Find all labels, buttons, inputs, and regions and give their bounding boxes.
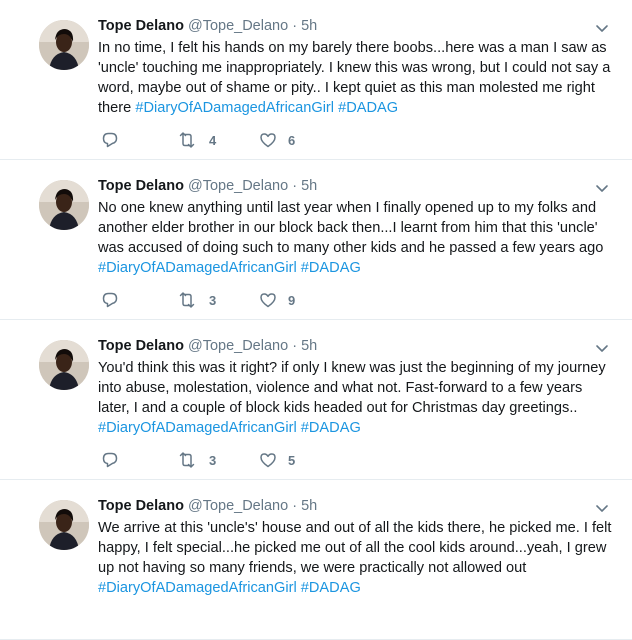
heart-icon	[259, 451, 277, 469]
hashtag-link[interactable]: #DiaryOfADamagedAfricanGirl	[98, 260, 297, 276]
timestamp[interactable]: 5h	[301, 338, 317, 354]
tweet[interactable]: Tope Delano @Tope_Delano · 5h No one kne…	[0, 160, 632, 320]
avatar[interactable]	[39, 340, 89, 390]
chevron-down-icon[interactable]	[594, 500, 610, 516]
tweet-actions: 4 6	[101, 130, 401, 150]
display-name[interactable]: Tope Delano	[98, 498, 184, 514]
hashtag-link[interactable]: #DADAG	[301, 420, 361, 436]
tweet[interactable]: Tope Delano @Tope_Delano · 5h We arrive …	[0, 480, 632, 640]
like-button[interactable]: 6	[259, 130, 295, 150]
retweet-count: 4	[209, 132, 217, 148]
hashtag-link[interactable]: #DADAG	[301, 260, 361, 276]
tweet-header: Tope Delano @Tope_Delano · 5h	[98, 338, 317, 354]
tweet-text: In no time, I felt his hands on my barel…	[98, 38, 613, 118]
timestamp[interactable]: 5h	[301, 178, 317, 194]
tweet-header: Tope Delano @Tope_Delano · 5h	[98, 18, 317, 34]
like-count: 5	[288, 452, 296, 468]
retweet-icon	[177, 131, 197, 149]
display-name[interactable]: Tope Delano	[98, 18, 184, 34]
timestamp[interactable]: 5h	[301, 18, 317, 34]
chevron-down-icon[interactable]	[594, 180, 610, 196]
heart-icon	[259, 131, 277, 149]
like-count: 9	[288, 292, 296, 308]
tweet-header: Tope Delano @Tope_Delano · 5h	[98, 498, 317, 514]
tweet-body-text: You'd think this was it right? if only I…	[98, 360, 606, 416]
hashtag-link[interactable]: #DiaryOfADamagedAfricanGirl	[98, 580, 297, 596]
separator-dot: ·	[292, 18, 298, 34]
hashtag-link[interactable]: #DiaryOfADamagedAfricanGirl	[135, 100, 334, 116]
timestamp[interactable]: 5h	[301, 498, 317, 514]
reply-button[interactable]	[101, 130, 119, 150]
user-handle[interactable]: @Tope_Delano	[188, 178, 288, 194]
tweet-actions: 3 9	[101, 290, 401, 310]
retweet-count: 3	[209, 292, 217, 308]
retweet-icon	[177, 291, 197, 309]
tweet-header: Tope Delano @Tope_Delano · 5h	[98, 178, 317, 194]
like-button[interactable]: 5	[259, 450, 295, 470]
hashtag-link[interactable]: #DiaryOfADamagedAfricanGirl	[98, 420, 297, 436]
retweet-count: 3	[209, 452, 217, 468]
separator-dot: ·	[292, 178, 298, 194]
reply-icon	[101, 131, 119, 149]
display-name[interactable]: Tope Delano	[98, 338, 184, 354]
chevron-down-icon[interactable]	[594, 20, 610, 36]
tweet[interactable]: Tope Delano @Tope_Delano · 5h In no time…	[0, 0, 632, 160]
user-handle[interactable]: @Tope_Delano	[188, 338, 288, 354]
tweet-text: You'd think this was it right? if only I…	[98, 358, 613, 438]
avatar[interactable]	[39, 180, 89, 230]
avatar[interactable]	[39, 500, 89, 550]
avatar[interactable]	[39, 20, 89, 70]
tweet-body-text: We arrive at this 'uncle's' house and ou…	[98, 520, 612, 576]
retweet-button[interactable]: 3	[177, 290, 216, 310]
reply-icon	[101, 291, 119, 309]
retweet-button[interactable]: 3	[177, 450, 216, 470]
chevron-down-icon[interactable]	[594, 340, 610, 356]
reply-icon	[101, 451, 119, 469]
tweet-text: We arrive at this 'uncle's' house and ou…	[98, 518, 613, 598]
tweet-feed: Tope Delano @Tope_Delano · 5h In no time…	[0, 0, 632, 640]
tweet-text: No one knew anything until last year whe…	[98, 198, 613, 278]
user-handle[interactable]: @Tope_Delano	[188, 498, 288, 514]
tweet-body-text: No one knew anything until last year whe…	[98, 200, 604, 256]
hashtag-link[interactable]: #DADAG	[301, 580, 361, 596]
tweet-actions: 3 5	[101, 450, 401, 470]
tweet[interactable]: Tope Delano @Tope_Delano · 5h You'd thin…	[0, 320, 632, 480]
display-name[interactable]: Tope Delano	[98, 178, 184, 194]
reply-button[interactable]	[101, 450, 119, 470]
hashtag-link[interactable]: #DADAG	[338, 100, 398, 116]
like-button[interactable]: 9	[259, 290, 295, 310]
user-handle[interactable]: @Tope_Delano	[188, 18, 288, 34]
separator-dot: ·	[292, 498, 298, 514]
retweet-button[interactable]: 4	[177, 130, 216, 150]
retweet-icon	[177, 451, 197, 469]
separator-dot: ·	[292, 338, 298, 354]
heart-icon	[259, 291, 277, 309]
like-count: 6	[288, 132, 296, 148]
reply-button[interactable]	[101, 290, 119, 310]
